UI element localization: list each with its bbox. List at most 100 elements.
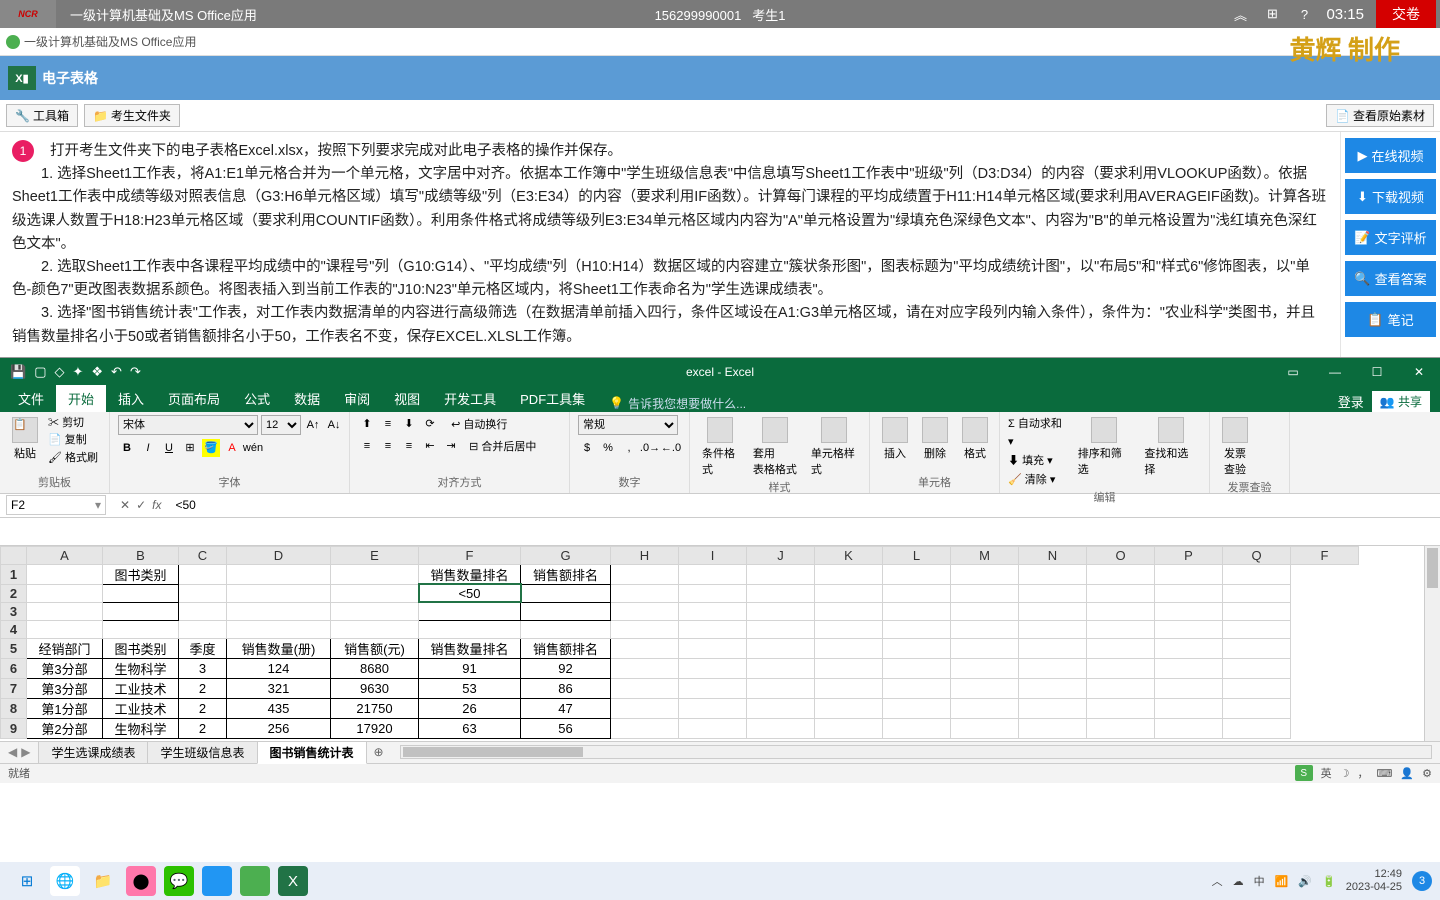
cell[interactable] (1223, 718, 1291, 738)
cell[interactable] (1087, 564, 1155, 584)
fx-icon[interactable]: fx (152, 498, 161, 512)
cell[interactable] (815, 638, 883, 658)
cell[interactable]: 321 (227, 678, 331, 698)
cell[interactable] (1155, 718, 1223, 738)
cell[interactable] (883, 584, 951, 602)
format-table-button[interactable]: 套用 表格格式 (749, 415, 801, 479)
row-header[interactable]: 2 (1, 584, 27, 602)
cell[interactable]: 2 (179, 678, 227, 698)
font-name-select[interactable]: 宋体 (118, 415, 258, 435)
currency-icon[interactable]: $ (578, 439, 596, 457)
cell[interactable] (331, 584, 419, 602)
name-box[interactable]: F2▾ (6, 495, 106, 515)
cut-button[interactable]: ✂ 剪切 (48, 415, 98, 433)
formula-input[interactable]: <50 (169, 498, 1440, 512)
cell[interactable] (611, 678, 679, 698)
fill-button[interactable]: ⬇ 填充 ▾ (1008, 452, 1068, 471)
cell[interactable] (1019, 658, 1087, 678)
col-header[interactable]: I (679, 546, 747, 564)
close-icon[interactable]: ✕ (1398, 358, 1440, 386)
inc-decimal-icon[interactable]: .0→ (641, 439, 659, 457)
cell[interactable]: 图书类别 (103, 638, 179, 658)
cell[interactable] (1223, 678, 1291, 698)
wrap-text-button[interactable]: ↩ 自动换行 (451, 416, 507, 432)
minimize-icon[interactable]: — (1314, 358, 1356, 386)
online-video-button[interactable]: ▶ 在线视频 (1345, 138, 1436, 173)
tab-formulas[interactable]: 公式 (232, 385, 282, 412)
cell[interactable] (951, 678, 1019, 698)
cell[interactable] (1087, 698, 1155, 718)
col-header[interactable]: J (747, 546, 815, 564)
cell[interactable]: 第3分部 (27, 678, 103, 698)
cell[interactable] (1019, 584, 1087, 602)
bold-button[interactable]: B (118, 439, 136, 457)
tray-onedrive-icon[interactable]: ☁ (1233, 875, 1244, 888)
col-header[interactable]: B (103, 546, 179, 564)
cell[interactable]: 工业技术 (103, 698, 179, 718)
app-icon-blue[interactable] (202, 866, 232, 896)
cell[interactable] (1223, 602, 1291, 620)
cell[interactable] (1019, 678, 1087, 698)
cell[interactable] (679, 678, 747, 698)
cell[interactable] (331, 564, 419, 584)
decrease-font-icon[interactable]: A↓ (325, 416, 343, 434)
cell[interactable]: 经销部门 (27, 638, 103, 658)
tab-pdf[interactable]: PDF工具集 (508, 385, 597, 412)
wechat-icon[interactable]: 💬 (164, 866, 194, 896)
cell[interactable]: 9630 (331, 678, 419, 698)
cell[interactable] (27, 602, 103, 620)
ime-settings-icon[interactable]: ⚙ (1422, 767, 1432, 780)
indent-inc-icon[interactable]: ⇥ (442, 437, 460, 455)
notification-badge[interactable]: 3 (1412, 871, 1432, 891)
cell[interactable] (611, 584, 679, 602)
spreadsheet-grid[interactable]: ABCDEFGHIJKLMNOPQF1图书类别销售数量排名销售额排名2<5034… (0, 546, 1440, 741)
font-size-select[interactable]: 12 (261, 415, 301, 435)
cell[interactable] (679, 564, 747, 584)
autosum-button[interactable]: Σ 自动求和 ▾ (1008, 415, 1068, 452)
cell[interactable]: 第2分部 (27, 718, 103, 738)
tab-insert[interactable]: 插入 (106, 385, 156, 412)
cell[interactable] (747, 564, 815, 584)
cell[interactable]: 第1分部 (27, 698, 103, 718)
qat-btn[interactable]: ▢ (34, 364, 46, 380)
collapse-icon[interactable]: ︽ (1230, 4, 1250, 24)
cell[interactable] (951, 602, 1019, 620)
cell[interactable] (227, 620, 331, 638)
qat-btn[interactable]: ✦ (72, 364, 83, 380)
col-header[interactable]: G (521, 546, 611, 564)
cell[interactable]: 53 (419, 678, 521, 698)
find-select-button[interactable]: 查找和选择 (1140, 415, 1201, 479)
cell[interactable]: 91 (419, 658, 521, 678)
cell[interactable] (1155, 678, 1223, 698)
cell[interactable] (679, 620, 747, 638)
cell[interactable] (179, 602, 227, 620)
ime-lang[interactable]: 英 (1321, 765, 1332, 781)
col-header[interactable]: O (1087, 546, 1155, 564)
cell-styles-button[interactable]: 单元格样式 (807, 415, 861, 479)
cell[interactable]: 256 (227, 718, 331, 738)
cell[interactable] (227, 602, 331, 620)
cell[interactable] (103, 584, 179, 602)
cell[interactable] (747, 584, 815, 602)
cell[interactable] (1155, 602, 1223, 620)
start-button[interactable]: ⊞ (12, 866, 42, 896)
cell[interactable] (179, 584, 227, 602)
cell[interactable] (1019, 564, 1087, 584)
cell[interactable] (1019, 718, 1087, 738)
align-top-icon[interactable]: ⬆ (358, 415, 376, 433)
cell[interactable]: 2 (179, 698, 227, 718)
increase-font-icon[interactable]: A↑ (304, 416, 322, 434)
percent-icon[interactable]: % (599, 439, 617, 457)
col-header[interactable]: E (331, 546, 419, 564)
cell[interactable] (815, 602, 883, 620)
cell[interactable] (419, 602, 521, 620)
row-header[interactable]: 4 (1, 620, 27, 638)
cell[interactable] (815, 564, 883, 584)
cell[interactable]: 2 (179, 718, 227, 738)
tray-chevron-icon[interactable]: ︿ (1212, 873, 1223, 889)
cell[interactable] (1155, 584, 1223, 602)
cell[interactable] (1087, 602, 1155, 620)
sort-filter-button[interactable]: 排序和筛选 (1074, 415, 1135, 479)
cell[interactable] (1223, 564, 1291, 584)
sheet-tab[interactable]: 学生选课成绩表 (38, 741, 148, 763)
